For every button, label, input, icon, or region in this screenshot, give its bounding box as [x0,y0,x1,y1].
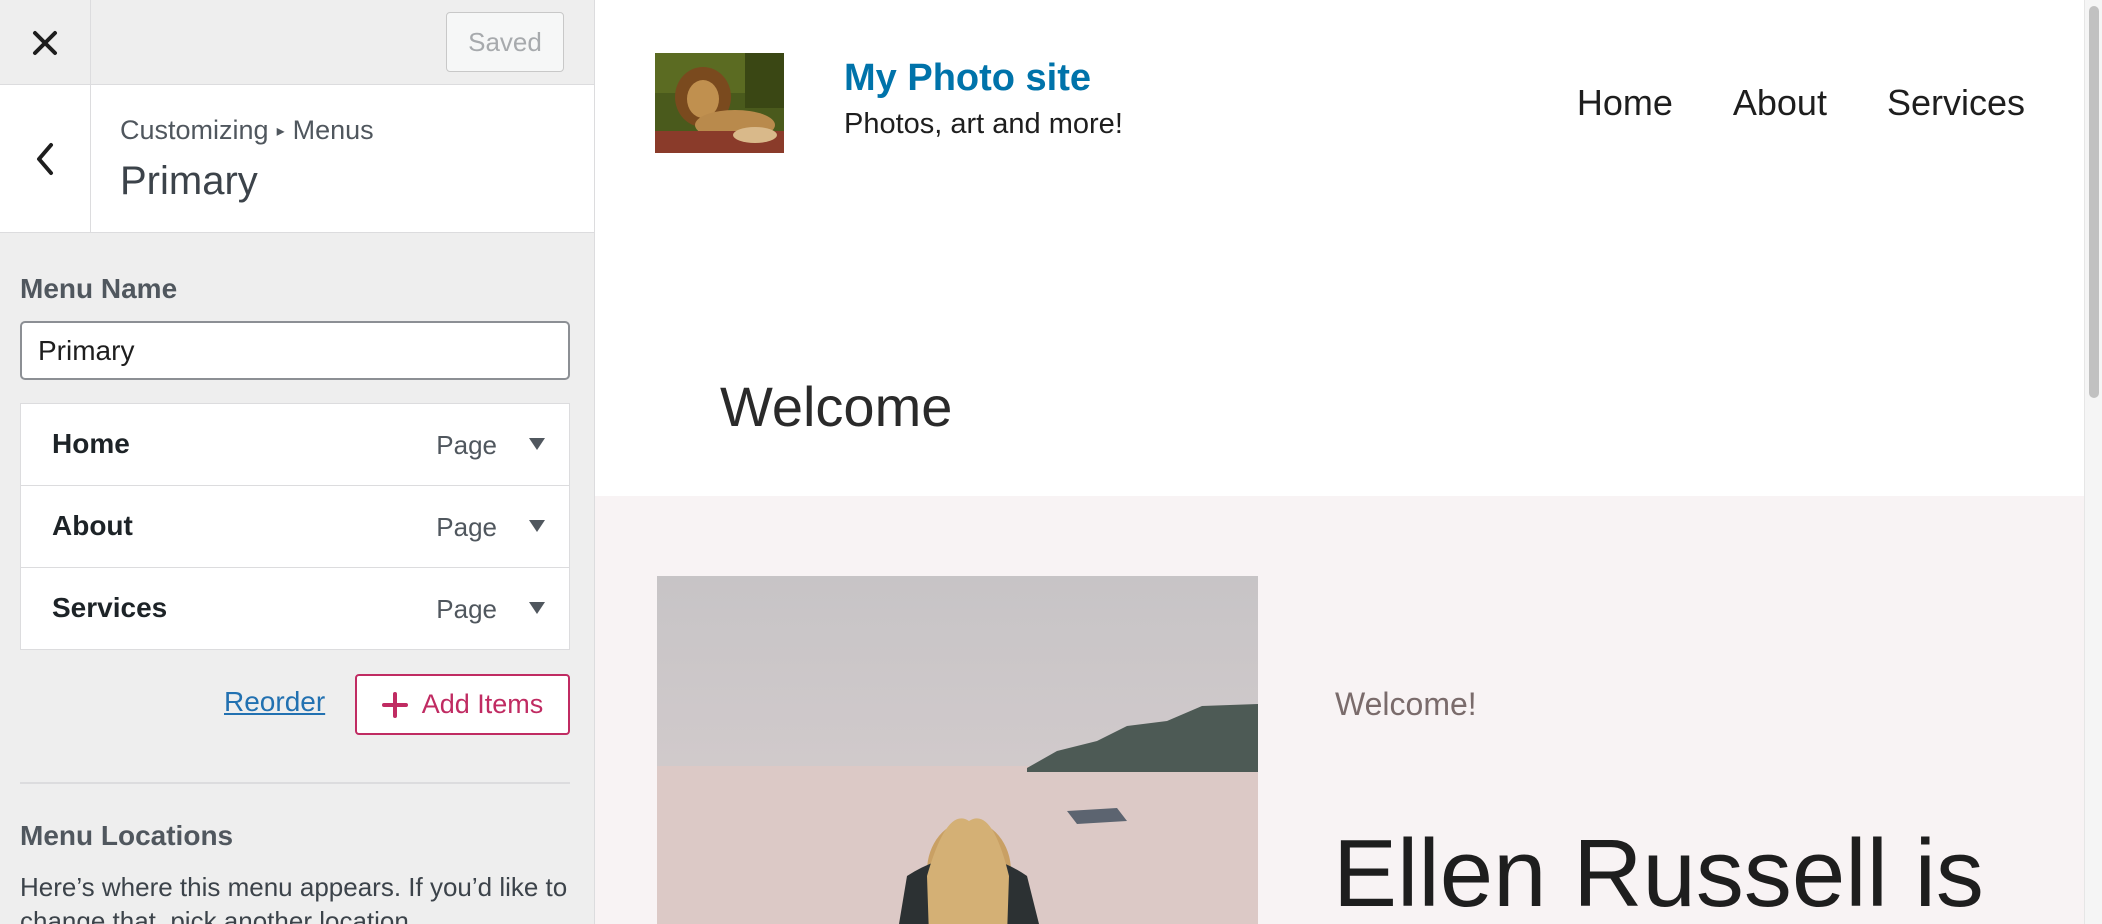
site-tagline: Photos, art and more! [844,108,1123,140]
menu-item-about[interactable]: About Page [20,485,570,568]
site-title-link[interactable]: My Photo site [844,57,1091,100]
add-items-label: Add Items [421,689,544,719]
menu-item-type: Page [436,512,497,542]
menu-locations-description: Here’s where this menu appears. If you’d… [20,872,568,924]
site-navigation: Home About Services [1577,82,2025,124]
site-preview: My Photo site Photos, art and more! Home… [595,0,2084,924]
menu-name-input[interactable] [20,321,570,380]
chevron-left-icon [37,143,53,175]
saved-button[interactable]: Saved [446,12,564,72]
menu-item-title: Services [52,592,168,623]
app-root: Saved Customizing ▸ Menus Primary Menu Nam… [0,0,2102,924]
scrollbar-thumb[interactable] [2089,6,2099,398]
menu-item-title: Home [52,428,130,459]
hero-section: Welcome! Ellen Russell is [595,496,2084,924]
caret-down-icon[interactable] [529,602,545,614]
nav-link-about[interactable]: About [1733,82,1827,124]
menu-items-list: Home Page About Page Services Page [20,403,570,650]
nav-link-home[interactable]: Home [1577,82,1673,124]
nav-link-services[interactable]: Services [1887,82,2025,124]
plus-icon [381,691,408,718]
back-button[interactable] [0,85,91,233]
reorder-link[interactable]: Reorder [224,686,325,718]
lion-photo-icon [655,53,784,153]
divider [20,782,570,784]
section-header: Customizing ▸ Menus Primary [0,85,594,233]
close-button[interactable] [0,0,91,85]
menu-locations-label: Menu Locations [20,820,234,851]
preview-scrollbar[interactable] [2084,0,2102,924]
menu-item-type: Page [436,430,497,460]
menu-item-title: About [52,510,133,541]
breadcrumb: Customizing ▸ Menus [120,115,374,146]
menu-item-home[interactable]: Home Page [20,403,570,486]
page-title: Welcome [720,375,953,438]
breadcrumb-root: Customizing [120,115,269,145]
add-items-button[interactable]: Add Items [355,674,570,735]
hero-eyebrow: Welcome! [1335,686,1477,722]
section-title: Primary [120,159,258,203]
hero-image [657,576,1258,924]
breadcrumb-separator: ▸ [276,123,285,140]
hero-title: Ellen Russell is [1333,820,1984,924]
close-icon [33,30,57,55]
customizer-header: Saved [0,0,594,85]
menu-item-type: Page [436,594,497,624]
customizer-sidebar: Saved Customizing ▸ Menus Primary Menu Nam… [0,0,595,924]
beach-woman-photo-icon [657,576,1258,924]
menu-name-label: Menu Name [20,273,178,304]
site-logo[interactable] [655,53,784,153]
breadcrumb-current: Menus [292,115,374,145]
menu-item-services[interactable]: Services Page [20,567,570,650]
caret-down-icon[interactable] [529,520,545,532]
caret-down-icon[interactable] [529,438,545,450]
